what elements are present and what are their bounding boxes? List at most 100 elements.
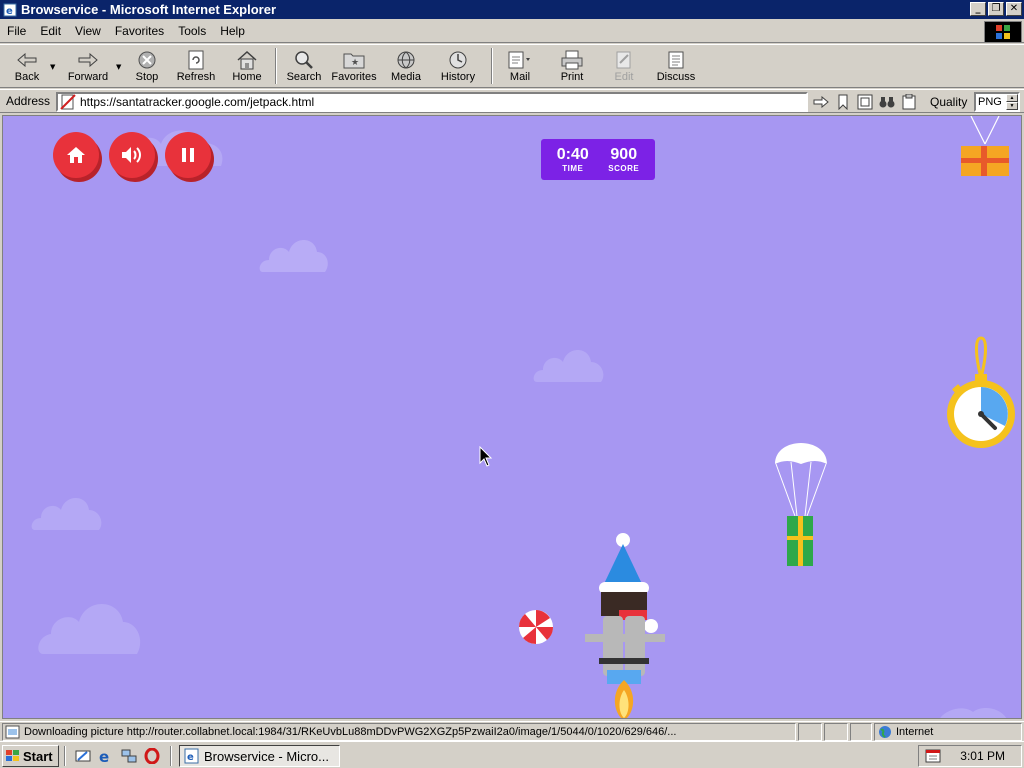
favorites-button[interactable]: ★ Favorites bbox=[326, 45, 382, 87]
system-tray: 3:01 PM bbox=[918, 745, 1022, 767]
status-text: Downloading picture http://router.collab… bbox=[24, 726, 677, 738]
score-display: 900 SCORE bbox=[608, 146, 639, 173]
edit-page-icon bbox=[612, 49, 636, 71]
mouse-cursor-icon bbox=[479, 446, 493, 467]
forward-dropdown-icon[interactable]: ▼ bbox=[116, 45, 126, 87]
discuss-label: Discuss bbox=[656, 71, 696, 83]
restore-button[interactable]: ❐ bbox=[988, 2, 1004, 16]
status-panel bbox=[798, 723, 822, 741]
pause-button[interactable] bbox=[165, 132, 211, 178]
go-arrow-icon[interactable] bbox=[812, 93, 829, 110]
internet-globe-icon bbox=[879, 726, 891, 738]
score-label: SCORE bbox=[608, 164, 640, 173]
spin-up-icon[interactable]: ▲ bbox=[1006, 94, 1018, 102]
print-label: Print bbox=[560, 71, 584, 83]
refresh-icon bbox=[184, 49, 208, 71]
time-display: 0:40 TIME bbox=[557, 146, 589, 173]
discuss-button[interactable]: Discuss bbox=[646, 45, 706, 87]
windows-flag-icon bbox=[6, 750, 19, 761]
minimize-button[interactable]: _ bbox=[970, 2, 986, 16]
menu-tools[interactable]: Tools bbox=[171, 24, 213, 38]
find-binoculars-icon[interactable] bbox=[878, 93, 895, 110]
svg-text:e: e bbox=[99, 748, 109, 764]
printer-icon bbox=[560, 49, 584, 71]
back-button[interactable]: Back bbox=[4, 45, 50, 87]
toolbar-separator bbox=[491, 48, 493, 84]
svg-text:★: ★ bbox=[351, 58, 359, 68]
taskbar-window-browservice[interactable]: e Browservice - Micro... bbox=[179, 745, 340, 767]
home-label: Home bbox=[232, 71, 262, 83]
menu-help[interactable]: Help bbox=[213, 24, 252, 38]
cloud-decoration bbox=[38, 604, 141, 654]
menu-edit[interactable]: Edit bbox=[33, 24, 68, 38]
favorites-folder-icon: ★ bbox=[342, 49, 366, 71]
media-button[interactable]: Media bbox=[382, 45, 430, 87]
back-label: Back bbox=[14, 71, 40, 83]
game-hud: 0:40 TIME 900 SCORE bbox=[541, 139, 655, 180]
history-button[interactable]: History bbox=[430, 45, 486, 87]
refresh-label: Refresh bbox=[176, 71, 216, 83]
taskbar: Start e e Browservice - Micro... 3:01 PM bbox=[0, 741, 1024, 768]
calendar-tray-icon[interactable] bbox=[925, 748, 943, 764]
quality-select[interactable]: PNG ▲ ▼ bbox=[974, 92, 1020, 112]
start-label: Start bbox=[23, 748, 53, 764]
status-panel bbox=[824, 723, 848, 741]
zone-label: Internet bbox=[896, 726, 934, 738]
opera-icon[interactable] bbox=[143, 747, 161, 765]
broken-page-icon bbox=[60, 94, 76, 110]
menu-bar: File Edit View Favorites Tools Help bbox=[0, 19, 1024, 43]
clipboard-icon[interactable] bbox=[900, 93, 917, 110]
cloud-decoration bbox=[940, 708, 1007, 718]
media-label: Media bbox=[391, 71, 421, 83]
zoom-icon[interactable] bbox=[856, 93, 873, 110]
window-title: Browservice - Microsoft Internet Explore… bbox=[21, 2, 277, 17]
start-button[interactable]: Start bbox=[2, 745, 59, 767]
windows-logo-icon bbox=[984, 21, 1022, 43]
spin-down-icon[interactable]: ▼ bbox=[1006, 102, 1018, 110]
menu-view[interactable]: View bbox=[68, 24, 108, 38]
discuss-icon bbox=[664, 49, 688, 71]
media-globe-icon bbox=[394, 49, 418, 71]
internet-explorer-icon[interactable]: e bbox=[97, 747, 115, 765]
search-button[interactable]: Search bbox=[282, 45, 326, 87]
menu-file-label: File bbox=[7, 23, 27, 38]
show-desktop-icon[interactable] bbox=[74, 747, 92, 765]
stop-button[interactable]: Stop bbox=[126, 45, 168, 87]
edit-button[interactable]: Edit bbox=[602, 45, 646, 87]
svg-text:e: e bbox=[6, 6, 13, 17]
quality-label: Quality bbox=[930, 95, 968, 109]
home-button[interactable]: Home bbox=[224, 45, 270, 87]
network-icon[interactable] bbox=[120, 747, 138, 765]
mail-button[interactable]: Mail bbox=[498, 45, 542, 87]
clock: 3:01 PM bbox=[960, 749, 1005, 763]
menu-favorites[interactable]: Favorites bbox=[108, 24, 171, 38]
edit-label: Edit bbox=[614, 71, 634, 83]
address-bar: Address https://santatracker.google.com/… bbox=[0, 89, 1024, 113]
time-value: 0:40 bbox=[556, 146, 589, 163]
status-bar: Downloading picture http://router.collab… bbox=[0, 721, 1024, 741]
menu-view-label: View bbox=[75, 23, 101, 38]
menu-file[interactable]: File bbox=[0, 24, 33, 38]
toolbar-separator bbox=[275, 48, 277, 84]
bookmark-icon[interactable] bbox=[834, 93, 851, 110]
home-game-button[interactable] bbox=[53, 132, 99, 178]
standard-toolbar: Back ▼ Forward ▼ Stop Refresh Home Searc… bbox=[0, 44, 1024, 88]
score-value: 900 bbox=[610, 146, 638, 163]
speaker-icon bbox=[122, 147, 141, 163]
close-button[interactable]: ✕ bbox=[1006, 2, 1022, 16]
refresh-button[interactable]: Refresh bbox=[168, 45, 224, 87]
quality-value: PNG bbox=[978, 96, 1002, 108]
address-input[interactable]: https://santatracker.google.com/jetpack.… bbox=[56, 92, 808, 112]
minimize-icon: _ bbox=[975, 3, 981, 14]
game-viewport[interactable]: 0:40 TIME 900 SCORE bbox=[2, 115, 1022, 719]
sound-button[interactable] bbox=[109, 132, 155, 178]
home-icon bbox=[67, 147, 85, 163]
taskbar-separator bbox=[64, 746, 66, 766]
window-titlebar: e Browservice - Microsoft Internet Explo… bbox=[0, 0, 1024, 19]
quality-spinner[interactable]: ▲ ▼ bbox=[1006, 94, 1018, 110]
print-button[interactable]: Print bbox=[542, 45, 602, 87]
back-dropdown-icon[interactable]: ▼ bbox=[50, 45, 60, 87]
cloud-decoration bbox=[259, 240, 328, 272]
status-message: Downloading picture http://router.collab… bbox=[2, 723, 796, 741]
forward-button[interactable]: Forward bbox=[60, 45, 116, 87]
